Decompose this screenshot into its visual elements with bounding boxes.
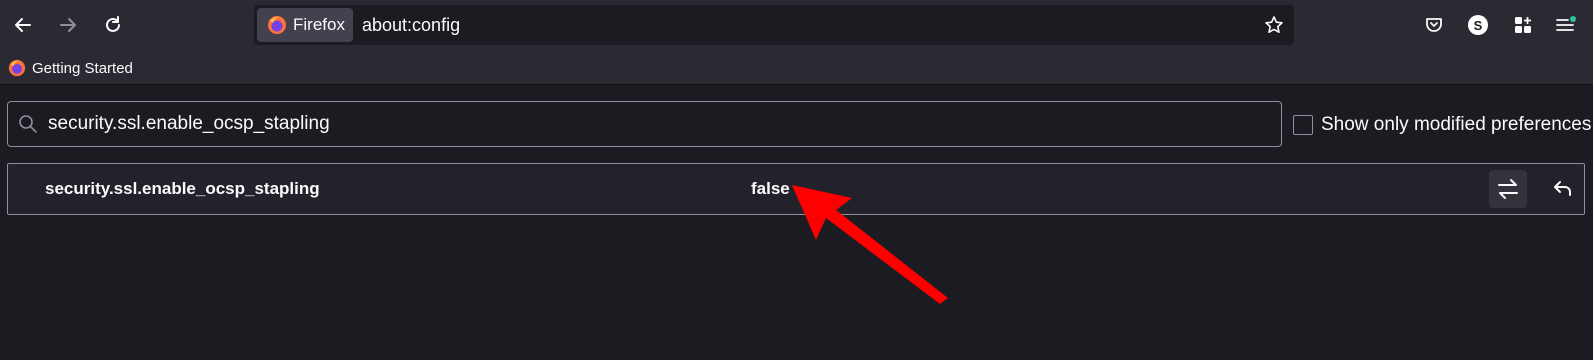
preference-row[interactable]: security.ssl.enable_ocsp_stapling false: [7, 163, 1585, 215]
pocket-button[interactable]: [1419, 10, 1449, 40]
avatar: S: [1468, 15, 1488, 35]
url-text[interactable]: about:config: [362, 5, 460, 45]
firefox-logo-icon: [268, 16, 286, 34]
extensions-icon: [1515, 17, 1531, 33]
bookmark-star-button[interactable]: [1262, 13, 1286, 37]
reload-button[interactable]: [96, 8, 130, 42]
toggle-arrows-icon: [1498, 179, 1518, 199]
back-button[interactable]: [6, 8, 40, 42]
app-menu-button[interactable]: [1551, 10, 1581, 40]
undo-icon: [1554, 181, 1571, 196]
show-only-modified-toggle[interactable]: Show only modified preferences: [1293, 113, 1591, 137]
forward-button[interactable]: [51, 8, 85, 42]
toggle-preference-button[interactable]: [1489, 170, 1527, 208]
bookmark-label: Getting Started: [32, 59, 133, 77]
preference-name: security.ssl.enable_ocsp_stapling: [45, 179, 320, 198]
arrow-left-icon: [15, 18, 31, 32]
star-icon: [1265, 16, 1283, 33]
extensions-button[interactable]: [1508, 10, 1538, 40]
bookmark-getting-started[interactable]: Getting Started: [8, 56, 133, 80]
identity-label: Firefox: [293, 15, 345, 34]
preference-value[interactable]: false: [751, 164, 790, 214]
show-only-modified-label: Show only modified preferences: [1321, 114, 1592, 135]
search-icon: [19, 115, 37, 133]
arrow-right-icon: [60, 18, 76, 32]
search-input[interactable]: [48, 102, 1268, 146]
url-bar[interactable]: Firefox about:config: [254, 5, 1294, 45]
firefox-logo-icon: [8, 59, 26, 77]
preference-search-box[interactable]: [7, 101, 1282, 147]
bookmarks-toolbar: Getting Started: [0, 50, 1593, 85]
identity-box[interactable]: Firefox: [257, 8, 353, 42]
pocket-icon: [1426, 18, 1442, 32]
reload-icon: [106, 16, 120, 32]
navigation-toolbar: Firefox about:config S: [0, 0, 1593, 50]
reset-preference-button[interactable]: [1543, 170, 1581, 208]
show-only-modified-checkbox[interactable]: [1293, 115, 1313, 135]
account-button[interactable]: S: [1463, 10, 1493, 40]
hamburger-menu-icon: [1556, 16, 1576, 31]
